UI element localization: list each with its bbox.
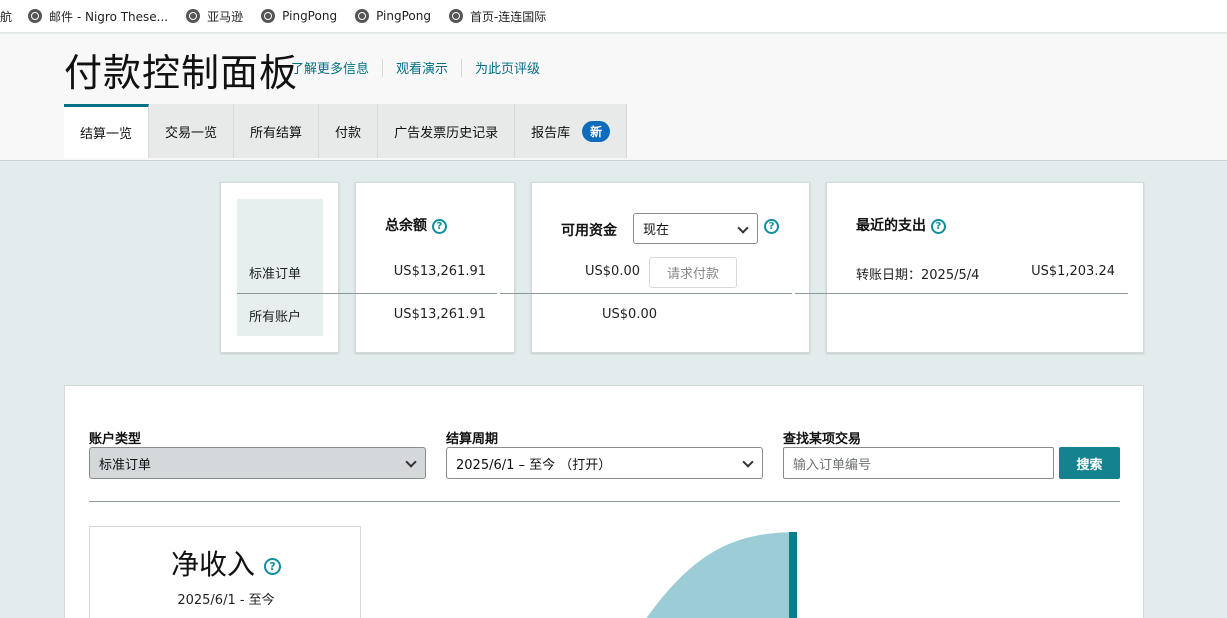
- tab-label: 结算一览: [80, 127, 133, 142]
- row-label-standard-orders: 标准订单: [249, 267, 302, 282]
- net-income-title-row: 净收入 ?: [90, 543, 362, 583]
- bookmark-label: 亚马逊: [207, 9, 244, 24]
- tab-all-settlements[interactable]: 所有结算: [234, 104, 320, 158]
- globe-icon: [186, 9, 201, 23]
- bookmark-pingpong-2[interactable]: PingPong: [355, 9, 431, 23]
- net-income-chart: [646, 532, 797, 618]
- transfer-date: 转账日期：2025/5/4: [856, 268, 980, 283]
- select-value: 现在: [643, 223, 670, 238]
- card-title: 总余额 ?: [385, 215, 447, 235]
- tab-report-library[interactable]: 报告库 新: [515, 104, 628, 158]
- total-balance-title: 总余额: [385, 218, 427, 234]
- learn-more-link[interactable]: 了解更多信息: [291, 58, 369, 77]
- tab-bar: 结算一览 交易一览 所有结算 付款 广告发票历史记录 报告库 新: [64, 104, 628, 158]
- bookmark-label: PingPong: [282, 9, 338, 23]
- tab-label: 付款: [335, 125, 362, 141]
- row-label-all-accounts: 所有账户: [249, 310, 302, 325]
- section-divider: [89, 501, 1120, 502]
- help-icon[interactable]: ?: [431, 218, 447, 234]
- chart-bar: [789, 532, 797, 618]
- header-links: 了解更多信息 观看演示 为此页评级: [291, 58, 540, 77]
- rate-page-link[interactable]: 为此页评级: [475, 58, 540, 77]
- chart-area: [646, 532, 795, 618]
- tab-settlement-overview[interactable]: 结算一览: [64, 104, 150, 158]
- chevron-down-icon: [405, 456, 417, 468]
- find-transaction-label: 查找某项交易: [783, 432, 862, 447]
- new-badge: 新: [582, 120, 611, 142]
- recent-payout-card: 最近的支出 ? 转账日期：2025/5/4 US$1,203.24: [826, 182, 1144, 353]
- tab-label: 广告发票历史记录: [394, 125, 499, 141]
- row-divider: [500, 293, 792, 294]
- tab-ad-invoice-history[interactable]: 广告发票历史记录: [378, 104, 516, 158]
- help-icon[interactable]: ?: [930, 218, 946, 234]
- tab-label: 交易一览: [165, 125, 218, 141]
- account-type-label: 账户类型: [89, 432, 142, 447]
- total-balance-all: US$13,261.91: [393, 307, 486, 322]
- globe-icon: [28, 9, 43, 23]
- settlement-period-select[interactable]: 2025/6/1 – 至今 （打开）: [446, 447, 763, 479]
- settlement-panel: 账户类型 标准订单 结算周期 2025/6/1 – 至今 （打开） 查找某项交易…: [64, 385, 1144, 618]
- divider: [461, 58, 463, 77]
- help-icon[interactable]: ?: [263, 557, 281, 575]
- watch-demo-link[interactable]: 观看演示: [396, 58, 448, 77]
- tab-transaction-overview[interactable]: 交易一览: [149, 104, 235, 158]
- tab-label: 报告库: [531, 125, 571, 141]
- bookmark-label: PingPong: [376, 9, 431, 23]
- total-balance-card: 总余额 ? US$13,261.91 US$13,261.91: [355, 182, 515, 353]
- select-value: 标准订单: [99, 457, 152, 473]
- order-number-input[interactable]: 输入订单编号: [783, 447, 1054, 479]
- recent-payout-amount: US$1,203.24: [1031, 264, 1115, 279]
- net-income-card: 净收入 ? 2025/6/1 - 至今: [89, 526, 361, 618]
- globe-icon: [355, 9, 370, 23]
- row-divider: [795, 293, 1128, 294]
- available-funds-standard: US$0.00: [585, 264, 640, 279]
- tab-payments[interactable]: 付款: [319, 104, 379, 158]
- row-divider: [237, 293, 497, 294]
- bookmark-label: 航: [0, 9, 13, 24]
- account-type-select[interactable]: 标准订单: [89, 447, 426, 479]
- tab-label: 所有结算: [250, 125, 303, 141]
- bookmark-label: 邮件 - Nigro These...: [49, 9, 169, 24]
- bookmark-mail[interactable]: 邮件 - Nigro These...: [28, 8, 168, 25]
- bookmark-label: 首页-连连国际: [469, 9, 547, 24]
- total-balance-standard: US$13,261.91: [393, 264, 486, 279]
- chevron-down-icon: [737, 222, 749, 234]
- net-income-date-range: 2025/6/1 - 至今: [177, 593, 275, 608]
- recent-payout-title: 最近的支出: [856, 218, 926, 234]
- globe-icon: [448, 9, 463, 23]
- page-header: 付款控制面板 了解更多信息 观看演示 为此页评级 结算一览 交易一览 所有结算 …: [0, 34, 1227, 161]
- available-funds-card: 可用资金 现在 ? US$0.00 请求付款 US$0.00: [531, 182, 810, 353]
- page-title: 付款控制面板: [64, 51, 299, 95]
- settlement-period-label: 结算周期: [446, 432, 499, 447]
- search-button[interactable]: 搜索: [1059, 447, 1120, 479]
- request-payout-button[interactable]: 请求付款: [649, 257, 737, 288]
- bookmark-lianlian[interactable]: 首页-连连国际: [448, 8, 547, 25]
- bookmarks-bar: 航 邮件 - Nigro These... 亚马逊 PingPong PingP…: [0, 0, 1227, 33]
- bookmark-amazon[interactable]: 亚马逊: [186, 8, 243, 25]
- bookmark-pingpong-1[interactable]: PingPong: [261, 9, 337, 23]
- divider: [382, 58, 384, 77]
- available-funds-title: 可用资金: [561, 223, 617, 239]
- select-value: 2025/6/1 – 至今 （打开）: [456, 457, 612, 473]
- net-income-title: 净收入: [171, 548, 256, 581]
- bookmark-partial[interactable]: 航: [0, 8, 12, 25]
- help-icon[interactable]: ?: [764, 219, 779, 234]
- chevron-down-icon: [742, 456, 754, 468]
- available-funds-all: US$0.00: [602, 307, 657, 322]
- card-title: 最近的支出 ?: [856, 215, 946, 235]
- globe-icon: [261, 9, 276, 23]
- availability-select[interactable]: 现在: [633, 213, 758, 244]
